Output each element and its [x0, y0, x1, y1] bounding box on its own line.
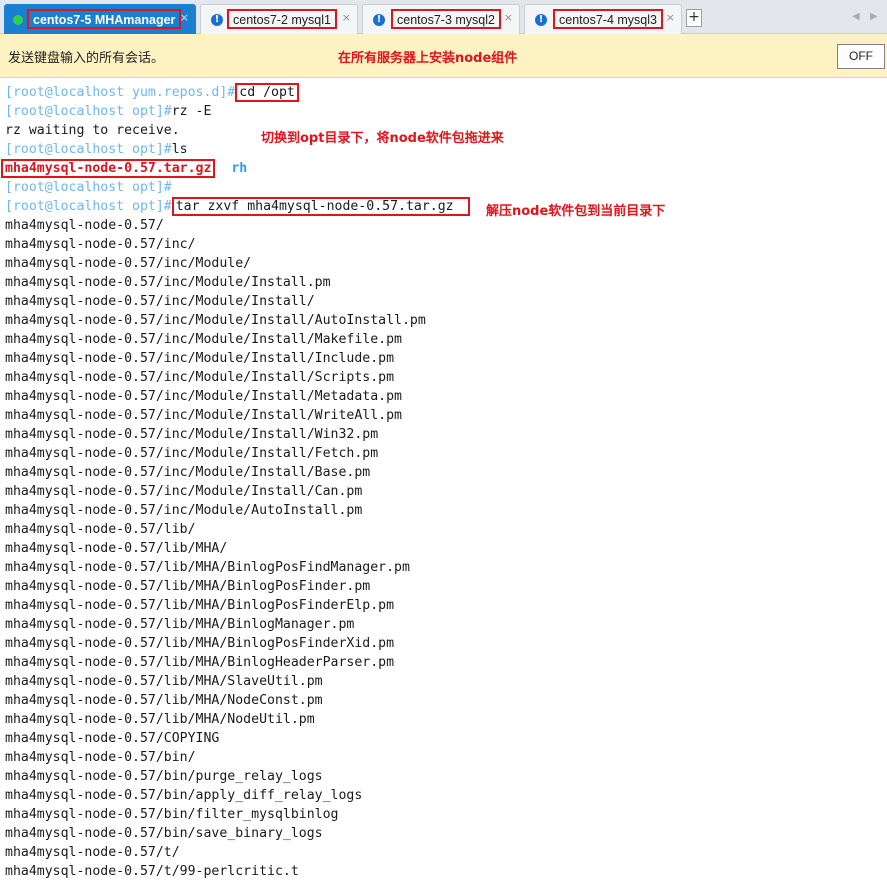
shell-prompt: [root@localhost opt]#: [5, 104, 172, 119]
warning-status-icon: !: [373, 14, 385, 26]
terminal-line: [root@localhost opt]#: [5, 178, 172, 197]
dir-rh: rh: [231, 161, 248, 176]
tar-output-line: mha4mysql-node-0.57/COPYING: [5, 731, 220, 746]
broadcast-notice-text: 发送键盘输入的所有会话。: [8, 51, 165, 66]
tar-output-line: mha4mysql-node-0.57/inc/Module/Install.p…: [5, 275, 331, 290]
terminal-line: [root@localhost opt]#rz -E: [5, 102, 211, 121]
tar-output-line: mha4mysql-node-0.57/inc/Module/Install/: [5, 294, 315, 309]
tar-output-line: mha4mysql-node-0.57/inc/Module/Install/I…: [5, 351, 395, 366]
tar-output-line: mha4mysql-node-0.57/lib/MHA/BinlogManage…: [5, 617, 355, 632]
tab-label: centos7-3 mysql2: [391, 9, 501, 29]
tab-scroll-right-icon[interactable]: ▶: [870, 11, 878, 22]
tab-label: centos7-4 mysql3: [553, 9, 663, 29]
tab-close-icon[interactable]: ×: [504, 11, 513, 24]
tar-output-line: mha4mysql-node-0.57/inc/Module/Install/C…: [5, 484, 363, 499]
tar-output-line: mha4mysql-node-0.57/bin/apply_diff_relay…: [5, 788, 363, 803]
tar-output-line: mha4mysql-node-0.57/lib/MHA/BinlogPosFin…: [5, 560, 410, 575]
terminal-line: rz waiting to receive.: [5, 123, 180, 138]
connected-status-icon: [13, 15, 23, 25]
tar-output-line: mha4mysql-node-0.57/t/99-perlcritic.t: [5, 864, 299, 879]
command-ls: ls: [171, 142, 188, 157]
annotation-install-node: 在所有服务器上安装node组件: [338, 51, 518, 66]
tar-output-line: mha4mysql-node-0.57/lib/MHA/SlaveUtil.pm: [5, 674, 323, 689]
annotation-upload-package: 切换到opt目录下，将node软件包拖进来: [261, 131, 504, 146]
tab-close-icon[interactable]: ×: [666, 11, 675, 24]
annotation-extract-package: 解压node软件包到当前目录下: [486, 204, 666, 219]
tar-output-line: mha4mysql-node-0.57/bin/save_binary_logs: [5, 826, 323, 841]
tar-output-line: mha4mysql-node-0.57/lib/: [5, 522, 196, 537]
tar-output-line: mha4mysql-node-0.57/bin/filter_mysqlbinl…: [5, 807, 339, 822]
tab-close-icon[interactable]: ×: [180, 11, 189, 24]
session-tab-bar: centos7-5 MHAmanager × ! centos7-2 mysql…: [0, 0, 887, 34]
add-tab-button[interactable]: +: [686, 9, 702, 27]
tar-output-line: mha4mysql-node-0.57/inc/Module/Install/F…: [5, 446, 379, 461]
terminal-output[interactable]: [root@localhost yum.repos.d]# cd /opt [ro…: [0, 78, 887, 889]
tar-output-line: mha4mysql-node-0.57/inc/Module/Install/B…: [5, 465, 371, 480]
command-tar-extract: tar zxvf mha4mysql-node-0.57.tar.gz: [171, 197, 470, 216]
file-node-tarball: mha4mysql-node-0.57.tar.gz: [1, 159, 216, 178]
tar-output-line: mha4mysql-node-0.57/bin/purge_relay_logs: [5, 769, 323, 784]
tab-centos7-5-mhamanager[interactable]: centos7-5 MHAmanager ×: [4, 4, 196, 34]
tar-output-line: mha4mysql-node-0.57/lib/MHA/BinlogPosFin…: [5, 636, 395, 651]
shell-prompt: [root@localhost yum.repos.d]#: [5, 85, 236, 100]
tab-close-icon[interactable]: ×: [342, 11, 351, 24]
terminal-line: [root@localhost opt]# tar zxvf mha4mysql-…: [5, 197, 470, 216]
terminal-line: mha4mysql-node-0.57.tar.gz rh: [1, 159, 247, 178]
terminal-line: [root@localhost opt]#ls: [5, 140, 188, 159]
tar-output-line: mha4mysql-node-0.57/lib/MHA/BinlogHeader…: [5, 655, 395, 670]
tab-label: centos7-5 MHAmanager: [27, 9, 182, 29]
command-rz: rz -E: [171, 104, 212, 119]
tab-centos7-3-mysql2[interactable]: ! centos7-3 mysql2 ×: [362, 4, 520, 34]
shell-prompt: [root@localhost opt]#: [5, 142, 172, 157]
tar-output-line: mha4mysql-node-0.57/inc/Module/Install/A…: [5, 313, 426, 328]
broadcast-input-notice: 发送键盘输入的所有会话。 在所有服务器上安装node组件 OFF: [0, 34, 887, 78]
tar-output-line: mha4mysql-node-0.57/lib/MHA/BinlogPosFin…: [5, 579, 371, 594]
tar-output-line: mha4mysql-node-0.57/inc/Module/Install/W…: [5, 427, 379, 442]
broadcast-off-button[interactable]: OFF: [837, 44, 885, 69]
shell-prompt: [root@localhost opt]#: [5, 199, 172, 214]
tab-scroll-left-icon[interactable]: ◀: [852, 11, 860, 22]
tab-centos7-2-mysql1[interactable]: ! centos7-2 mysql1 ×: [200, 4, 358, 34]
tar-output-line: mha4mysql-node-0.57/bin/: [5, 750, 196, 765]
tar-output-line: mha4mysql-node-0.57/lib/MHA/NodeUtil.pm: [5, 712, 315, 727]
tar-output-line: mha4mysql-node-0.57/inc/Module/Install/M…: [5, 389, 402, 404]
tar-output-line: mha4mysql-node-0.57/lib/MHA/BinlogPosFin…: [5, 598, 395, 613]
tar-output-line: mha4mysql-node-0.57/inc/Module/AutoInsta…: [5, 503, 363, 518]
tab-label: centos7-2 mysql1: [227, 9, 337, 29]
warning-status-icon: !: [535, 14, 547, 26]
tar-output-line: mha4mysql-node-0.57/inc/Module/Install/W…: [5, 408, 402, 423]
warning-status-icon: !: [211, 14, 223, 26]
tab-centos7-4-mysql3[interactable]: ! centos7-4 mysql3 ×: [524, 4, 682, 34]
tar-output-line: mha4mysql-node-0.57/inc/Module/Install/M…: [5, 332, 402, 347]
tar-output-line: mha4mysql-node-0.57/inc/: [5, 237, 196, 252]
tar-output-line: mha4mysql-node-0.57/lib/MHA/NodeConst.pm: [5, 693, 323, 708]
tar-output-line: mha4mysql-node-0.57/: [5, 218, 164, 233]
tar-output-line: mha4mysql-node-0.57/lib/MHA/: [5, 541, 228, 556]
tar-output-line: mha4mysql-node-0.57/inc/Module/: [5, 256, 252, 271]
tar-output-line: mha4mysql-node-0.57/t/: [5, 845, 180, 860]
shell-prompt: [root@localhost opt]#: [5, 180, 172, 195]
command-cd: cd /opt: [235, 83, 299, 102]
terminal-line: [root@localhost yum.repos.d]# cd /opt: [5, 83, 299, 102]
tar-output-line: mha4mysql-node-0.57/inc/Module/Install/S…: [5, 370, 395, 385]
